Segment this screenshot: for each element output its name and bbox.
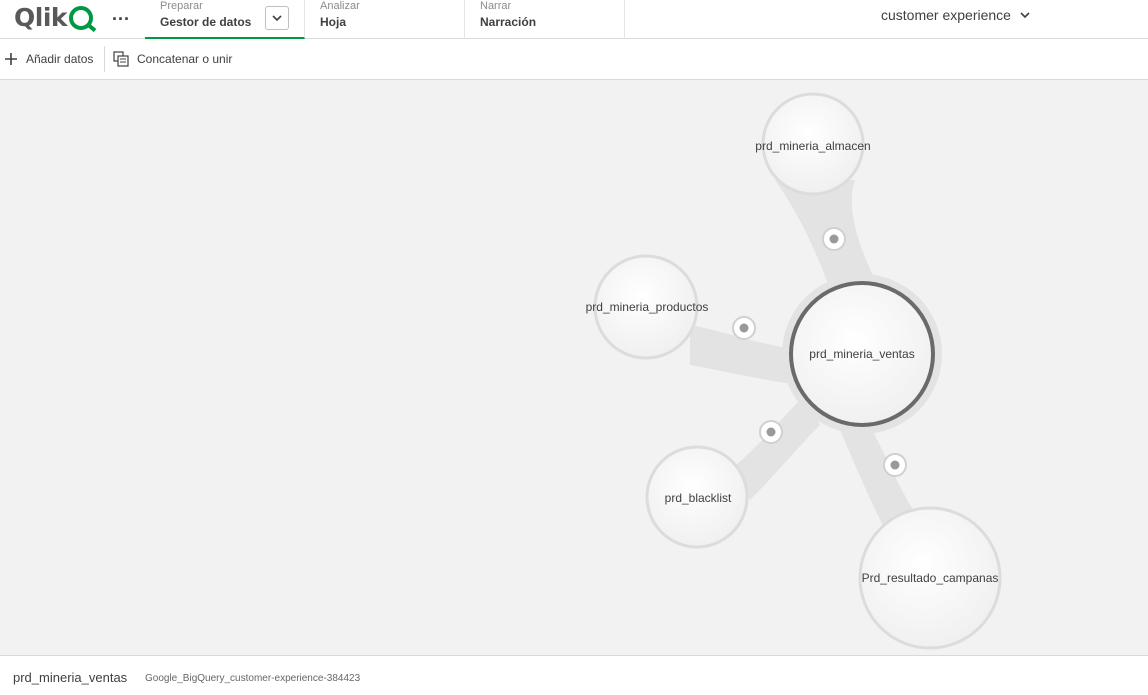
table-source: Google_BigQuery_customer-experience-3844…	[145, 673, 361, 684]
toolbar-divider	[104, 46, 105, 72]
chevron-down-icon	[1020, 12, 1030, 19]
table-label[interactable]: Prd_resultado_campanas	[862, 571, 999, 585]
tab-narrate-label: Narración	[480, 15, 537, 29]
logo-text: Qlik	[14, 2, 68, 32]
table-info-footer: prd_mineria_ventas Google_BigQuery_custo…	[0, 655, 1148, 695]
data-manager-toolbar: Añadir datos Concatenar o unir	[0, 39, 1148, 80]
add-data-button[interactable]: Añadir datos	[4, 49, 93, 69]
tab-narrate[interactable]: Narrar Narración	[465, 0, 625, 39]
tab-narrate-caption: Narrar	[480, 0, 512, 12]
qlik-logo[interactable]: Qlik	[14, 2, 94, 32]
selected-table-name: prd_mineria_ventas	[13, 670, 128, 685]
data-model-canvas[interactable]: prd_mineria_almacen prd_mineria_producto…	[0, 80, 1148, 655]
association-diagram	[593, 92, 1002, 650]
add-data-label: Añadir datos	[26, 52, 94, 66]
tab-analyze-label: Hoja	[320, 15, 347, 29]
more-menu-icon[interactable]: ...	[112, 4, 130, 25]
tab-analyze-caption: Analizar	[320, 0, 360, 12]
tab-prepare[interactable]: Preparar Gestor de datos	[145, 0, 305, 39]
table-label[interactable]: prd_mineria_almacen	[755, 139, 870, 153]
logo-q-icon	[69, 6, 94, 30]
table-label[interactable]: prd_mineria_productos	[586, 300, 709, 314]
prepare-dropdown-button[interactable]	[265, 6, 289, 30]
concatenate-icon	[113, 51, 129, 67]
concatenate-join-label: Concatenar o unir	[137, 52, 233, 66]
chevron-down-icon	[272, 15, 282, 22]
table-label[interactable]: prd_blacklist	[665, 491, 732, 505]
table-label[interactable]: prd_mineria_ventas	[809, 347, 914, 361]
app-name: customer experience	[881, 7, 1011, 23]
top-navigation-bar: Qlik ... Preparar Gestor de datos Analiz…	[0, 0, 1148, 39]
tab-analyze[interactable]: Analizar Hoja	[305, 0, 465, 39]
app-name-dropdown[interactable]: customer experience	[881, 7, 1031, 23]
plus-icon	[5, 53, 17, 65]
concatenate-join-button[interactable]: Concatenar o unir	[113, 49, 232, 69]
